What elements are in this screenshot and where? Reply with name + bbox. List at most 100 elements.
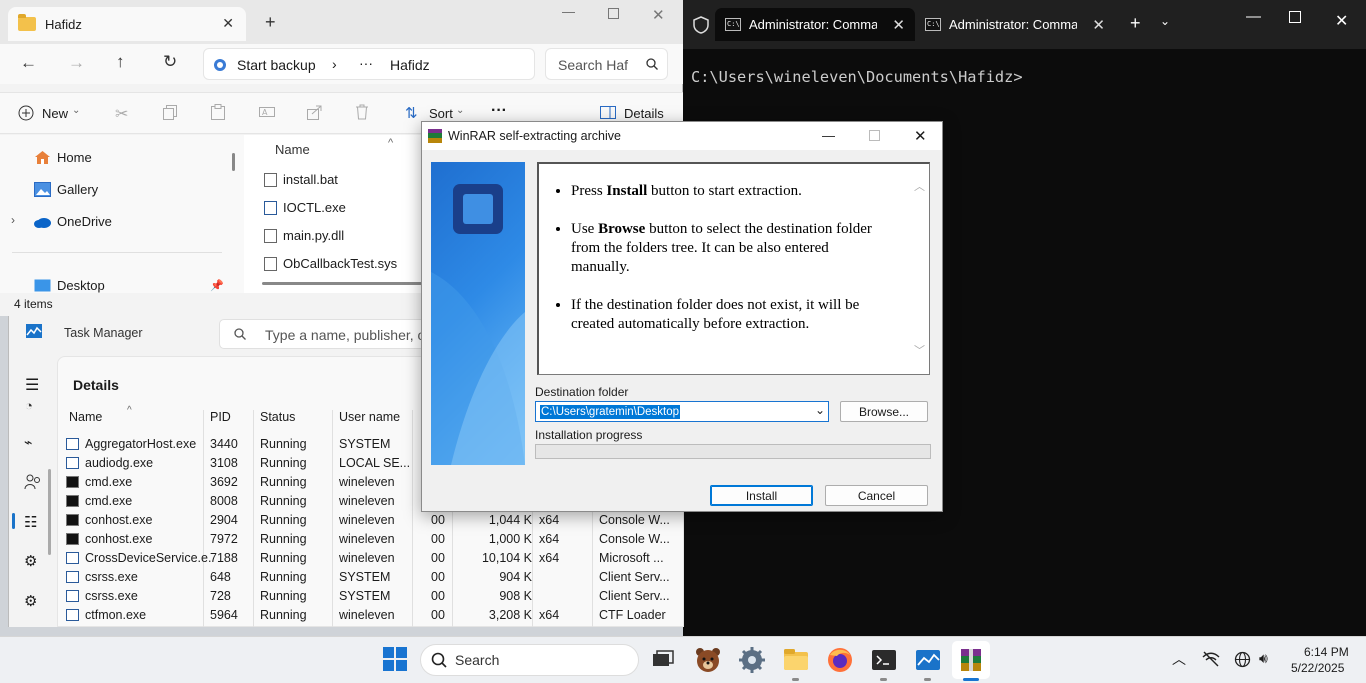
- scroll-down-icon[interactable]: ﹀: [914, 342, 925, 358]
- minimize-icon[interactable]: —: [1246, 8, 1261, 25]
- users-icon[interactable]: [24, 474, 42, 490]
- clock-date[interactable]: 5/22/2025: [1291, 661, 1344, 675]
- table-row[interactable]: conhost.exe 7972 Running wineleven 00 1,000 K…: [61, 530, 684, 549]
- forward-arrow-icon[interactable]: →: [68, 53, 85, 73]
- chevron-down-icon[interactable]: ⌄: [815, 403, 825, 417]
- clock-time[interactable]: 6:14 PM: [1304, 645, 1349, 659]
- destination-folder-combobox[interactable]: C:\Users\gratemin\Desktop ⌄: [535, 401, 829, 422]
- winrar-taskbar-item[interactable]: [952, 641, 990, 679]
- more-button[interactable]: ···: [491, 102, 507, 120]
- command-prompt[interactable]: C:\Users\wineleven\Documents\Hafidz>: [691, 68, 1023, 86]
- bear-app-icon[interactable]: [694, 646, 722, 674]
- plus-circle-icon: [18, 105, 34, 121]
- new-button[interactable]: New: [42, 106, 68, 121]
- cancel-button[interactable]: Cancel: [825, 485, 928, 506]
- new-tab-icon[interactable]: +: [1130, 13, 1141, 34]
- hamburger-menu-icon[interactable]: ☰: [25, 375, 39, 395]
- network-off-icon[interactable]: [1202, 651, 1220, 667]
- table-row[interactable]: csrss.exe 728 Running SYSTEM 00 908 K Client S…: [61, 587, 684, 606]
- minimize-icon[interactable]: —: [562, 4, 575, 19]
- column-header-username[interactable]: User name: [339, 410, 400, 424]
- destination-folder-value[interactable]: C:\Users\gratemin\Desktop: [540, 405, 681, 419]
- cell-user: wineleven: [339, 513, 395, 527]
- volume-icon[interactable]: 🔊︎: [1259, 650, 1268, 667]
- terminal-tab-1[interactable]: C:\ Administrator: Comma ✕: [715, 8, 915, 41]
- cell-name: conhost.exe: [85, 532, 153, 546]
- close-tab-icon[interactable]: ✕: [222, 15, 234, 32]
- close-tab-icon[interactable]: ✕: [892, 16, 905, 34]
- file-row[interactable]: ObCallbackTest.sys: [264, 256, 397, 271]
- file-row[interactable]: main.py.dll: [264, 228, 344, 243]
- nav-item-desktop[interactable]: Desktop: [34, 278, 105, 293]
- close-icon[interactable]: ✕: [1335, 11, 1348, 31]
- column-header-pid[interactable]: PID: [210, 410, 231, 424]
- horizontal-scrollbar[interactable]: [262, 282, 422, 285]
- cell-status: Running: [260, 551, 307, 565]
- globe-icon[interactable]: [1234, 651, 1251, 668]
- scroll-up-icon[interactable]: ︿: [914, 178, 925, 194]
- sidebar-scrollbar[interactable]: [48, 469, 51, 555]
- delete-icon[interactable]: [355, 104, 369, 120]
- task-view-icon[interactable]: [650, 646, 678, 674]
- close-icon[interactable]: ✕: [652, 6, 665, 24]
- column-header-name[interactable]: Name: [69, 410, 102, 424]
- up-arrow-icon[interactable]: ↑: [116, 52, 125, 72]
- table-row[interactable]: conhost.exe 2904 Running wineleven 00 1,044 K…: [61, 511, 684, 530]
- explorer-tab[interactable]: Hafidz ✕: [8, 7, 246, 41]
- cut-icon[interactable]: ✂: [115, 104, 128, 124]
- rename-icon[interactable]: A: [259, 104, 275, 120]
- close-tab-icon[interactable]: ✕: [1092, 16, 1105, 34]
- address-box[interactable]: Start backup › ··· Hafidz: [203, 48, 535, 80]
- chevron-right-icon[interactable]: ›: [11, 213, 15, 227]
- chevron-up-icon[interactable]: ︿: [1172, 649, 1186, 669]
- services-icon[interactable]: ⚙: [24, 552, 37, 570]
- search-box[interactable]: Search Haf: [545, 48, 668, 80]
- details-list-icon[interactable]: ☷: [24, 513, 37, 531]
- nav-item-home[interactable]: Home: [34, 150, 92, 165]
- startup-icon[interactable]: ⌁: [24, 434, 32, 451]
- copy-icon[interactable]: [163, 105, 177, 120]
- chevron-down-icon[interactable]: ⌄: [1160, 14, 1170, 28]
- table-row[interactable]: ctfmon.exe 5964 Running wineleven 00 3,208 K x…: [61, 606, 684, 625]
- breadcrumb-current[interactable]: Hafidz: [390, 57, 430, 73]
- sort-button[interactable]: Sort: [429, 106, 453, 121]
- table-row[interactable]: CrossDeviceService.e... 7188 Running winele…: [61, 549, 684, 568]
- process-search-input[interactable]: Type a name, publisher, o: [219, 319, 431, 349]
- maximize-icon[interactable]: [1289, 11, 1301, 23]
- share-icon[interactable]: [307, 104, 323, 120]
- taskbar-search[interactable]: Search: [420, 644, 639, 676]
- firefox-icon[interactable]: [826, 646, 854, 674]
- windows-start-icon[interactable]: [382, 646, 410, 674]
- minimize-icon[interactable]: —: [822, 128, 835, 143]
- nav-item-gallery[interactable]: Gallery: [34, 182, 98, 197]
- breadcrumb-root[interactable]: Start backup: [237, 57, 316, 73]
- paste-icon[interactable]: [211, 104, 225, 120]
- winrar-sfx-dialog[interactable]: WinRAR self-extracting archive — ✕ Press…: [421, 121, 943, 512]
- back-arrow-icon[interactable]: ←: [20, 53, 37, 73]
- cell-mem: 1,044 K: [488, 513, 532, 527]
- install-button[interactable]: Install: [710, 485, 813, 506]
- details-button[interactable]: Details: [624, 106, 664, 121]
- table-row[interactable]: csrss.exe 648 Running SYSTEM 00 904 K Client S…: [61, 568, 684, 587]
- history-icon[interactable]: ◔: [25, 398, 33, 413]
- file-row[interactable]: install.bat: [264, 172, 338, 187]
- nav-item-onedrive[interactable]: OneDrive: [34, 214, 112, 229]
- refresh-icon[interactable]: ↻: [163, 52, 177, 72]
- terminal-tab-2[interactable]: C:\ Administrator: Comma ✕: [915, 8, 1115, 41]
- settings-gear-icon[interactable]: [738, 646, 766, 674]
- terminal-app-icon[interactable]: [870, 646, 898, 674]
- task-manager-app-icon[interactable]: [914, 646, 942, 674]
- close-icon[interactable]: ✕: [914, 127, 927, 145]
- browse-button[interactable]: Browse...: [840, 401, 928, 422]
- settings-gear-icon[interactable]: ⚙: [24, 592, 37, 610]
- breadcrumb-ellipsis[interactable]: ···: [359, 55, 373, 71]
- nav-scrollbar[interactable]: [232, 153, 235, 171]
- column-header-name[interactable]: Name: [275, 142, 310, 157]
- new-tab-icon[interactable]: +: [265, 12, 276, 33]
- file-explorer-icon[interactable]: [782, 646, 810, 674]
- file-row[interactable]: IOCTL.exe: [264, 200, 346, 215]
- maximize-icon[interactable]: [608, 8, 619, 19]
- column-header-status[interactable]: Status: [260, 410, 295, 424]
- cell-mem: 904 K: [499, 570, 532, 584]
- cell-name: csrss.exe: [85, 570, 138, 584]
